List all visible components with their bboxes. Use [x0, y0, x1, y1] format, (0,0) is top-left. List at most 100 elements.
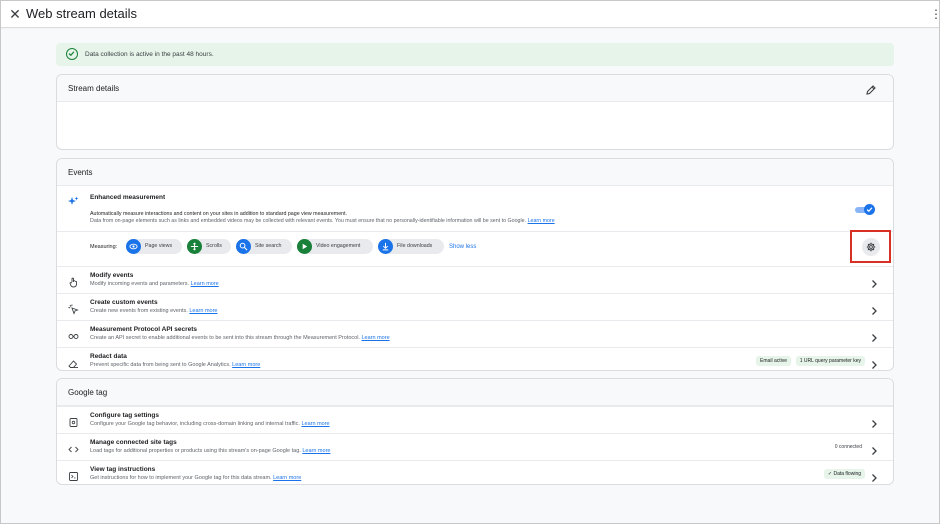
row-desc-text: Get instructions for how to implement yo…	[90, 475, 272, 481]
events-header: Events	[57, 159, 893, 186]
row-desc-text: Load tags for additional properties or p…	[90, 448, 301, 454]
enhanced-measurement-toggle[interactable]	[855, 204, 875, 215]
sparkle-icon	[68, 194, 79, 205]
google-tag-card: Google tag Configure tag settings Config…	[56, 378, 894, 485]
eraser-icon	[68, 356, 79, 368]
stream-details-header: Stream details	[57, 75, 893, 102]
row-desc: Create new events from existing events. …	[90, 308, 218, 315]
settings-gear-button[interactable]	[862, 238, 880, 256]
chip-file-downloads[interactable]: File downloads	[378, 239, 444, 254]
cursor-click-icon	[68, 302, 79, 315]
row-view-tag-instructions[interactable]: View tag instructions Get instructions f…	[57, 460, 893, 485]
row-title: Modify events	[90, 272, 134, 279]
top-bar: ✕ Web stream details ⋮	[1, 1, 940, 28]
row-title: Redact data	[90, 353, 127, 360]
instructions-icon	[68, 469, 79, 481]
learn-more-link[interactable]: Learn more	[362, 335, 390, 341]
row-measurement-protocol[interactable]: Measurement Protocol API secrets Create …	[57, 320, 893, 347]
more-options-icon[interactable]: ⋮	[930, 7, 940, 21]
chip-site-search[interactable]: Site search	[236, 239, 292, 254]
learn-more-link[interactable]: Learn more	[191, 281, 219, 287]
chevron-right-icon	[870, 443, 878, 455]
enhanced-measurement-section: Enhanced measurement Automatically measu…	[57, 186, 893, 266]
email-active-badge: Email active	[756, 356, 791, 366]
row-redact-data[interactable]: Redact data Prevent specific data from b…	[57, 347, 893, 372]
highlight-box	[850, 230, 891, 263]
chevron-right-icon	[870, 276, 878, 288]
measuring-label: Measuring:	[90, 244, 118, 250]
page-title: Web stream details	[26, 6, 138, 21]
chip-label: Video engagement	[316, 243, 361, 249]
main-content: Data collection is active in the past 48…	[1, 29, 939, 523]
row-desc-text: Configure your Google tag behavior, incl…	[90, 421, 300, 427]
stream-details-title: Stream details	[68, 84, 120, 93]
app-frame: ✕ Web stream details ⋮ Data collection i…	[0, 0, 940, 524]
row-desc: Configure your Google tag behavior, incl…	[90, 421, 330, 428]
learn-more-link[interactable]: Learn more	[302, 448, 330, 454]
enhanced-divider	[57, 231, 893, 232]
row-title: View tag instructions	[90, 466, 156, 473]
data-flowing-text: Data flowing	[833, 471, 861, 477]
events-title: Events	[68, 168, 93, 177]
chevron-right-icon	[870, 357, 878, 369]
row-title: Measurement Protocol API secrets	[90, 326, 198, 333]
tag-settings-icon	[68, 415, 79, 427]
row-desc-text: Modify incoming events and parameters.	[90, 281, 190, 287]
chip-label: File downloads	[397, 243, 433, 249]
row-title: Configure tag settings	[90, 412, 159, 419]
learn-more-link[interactable]: Learn more	[232, 362, 260, 368]
row-desc: Prevent specific data from being sent to…	[90, 362, 260, 369]
touch-hand-icon	[68, 275, 79, 288]
url-param-badge: 1 URL query parameter key	[795, 356, 865, 366]
data-flowing-badge: ✓ Data flowing	[823, 469, 865, 479]
row-desc-text: Create new events from existing events.	[90, 308, 188, 314]
learn-more-link[interactable]: Learn more	[189, 308, 217, 314]
row-desc-text: Prevent specific data from being sent to…	[90, 362, 231, 368]
status-banner: Data collection is active in the past 48…	[56, 43, 894, 66]
row-desc: Create an API secret to enable additiona…	[90, 335, 390, 342]
enhanced-desc2-text: Data from on-page elements such as links…	[90, 218, 527, 224]
enhanced-measurement-desc-secondary: Data from on-page elements such as links…	[90, 218, 555, 225]
chip-video-engagement[interactable]: Video engagement	[297, 239, 373, 254]
chevron-right-icon	[870, 470, 878, 482]
check-circle-icon	[66, 48, 78, 60]
row-create-custom-events[interactable]: Create custom events Create new events f…	[57, 293, 893, 320]
row-desc-text: Create an API secret to enable additiona…	[90, 335, 360, 341]
edit-pencil-icon[interactable]	[865, 83, 877, 95]
chevron-right-icon	[870, 330, 878, 342]
chip-label: Scrolls	[206, 243, 222, 249]
row-desc: Modify incoming events and parameters. L…	[90, 281, 219, 288]
events-card: Events Enhanced measurement Automaticall…	[56, 158, 894, 371]
key-icon	[68, 329, 79, 340]
search-icon	[236, 239, 251, 254]
learn-more-link[interactable]: Learn more	[273, 475, 301, 481]
status-banner-text: Data collection is active in the past 48…	[85, 51, 214, 58]
chip-scrolls[interactable]: Scrolls	[187, 239, 231, 254]
connected-count: 0 connected	[834, 444, 862, 450]
close-icon[interactable]: ✕	[7, 6, 23, 22]
show-less-link[interactable]: Show less	[449, 243, 476, 251]
row-configure-tag-settings[interactable]: Configure tag settings Configure your Go…	[57, 406, 893, 433]
row-title: Create custom events	[90, 299, 158, 306]
row-desc: Load tags for additional properties or p…	[90, 448, 330, 455]
chevron-right-icon	[870, 303, 878, 315]
learn-more-link[interactable]: Learn more	[301, 421, 329, 427]
download-icon	[378, 239, 393, 254]
row-title: Manage connected site tags	[90, 439, 177, 446]
scroll-arrows-icon	[187, 239, 202, 254]
google-tag-header: Google tag	[57, 379, 893, 406]
chip-page-views[interactable]: Page views	[126, 239, 182, 254]
code-brackets-icon	[68, 442, 79, 453]
google-tag-title: Google tag	[68, 388, 108, 397]
toggle-knob	[864, 204, 875, 215]
enhanced-learn-more-link[interactable]: Learn more	[528, 218, 555, 224]
row-manage-connected-tags[interactable]: Manage connected site tags Load tags for…	[57, 433, 893, 460]
enhanced-measurement-desc: Automatically measure interactions and c…	[90, 211, 348, 217]
enhanced-measurement-title: Enhanced measurement	[90, 194, 166, 201]
play-icon	[297, 239, 312, 254]
chip-label: Page views	[145, 243, 173, 249]
row-desc: Get instructions for how to implement yo…	[90, 475, 301, 482]
row-modify-events[interactable]: Modify events Modify incoming events and…	[57, 266, 893, 293]
chip-label: Site search	[255, 243, 282, 249]
chevron-right-icon	[870, 416, 878, 428]
